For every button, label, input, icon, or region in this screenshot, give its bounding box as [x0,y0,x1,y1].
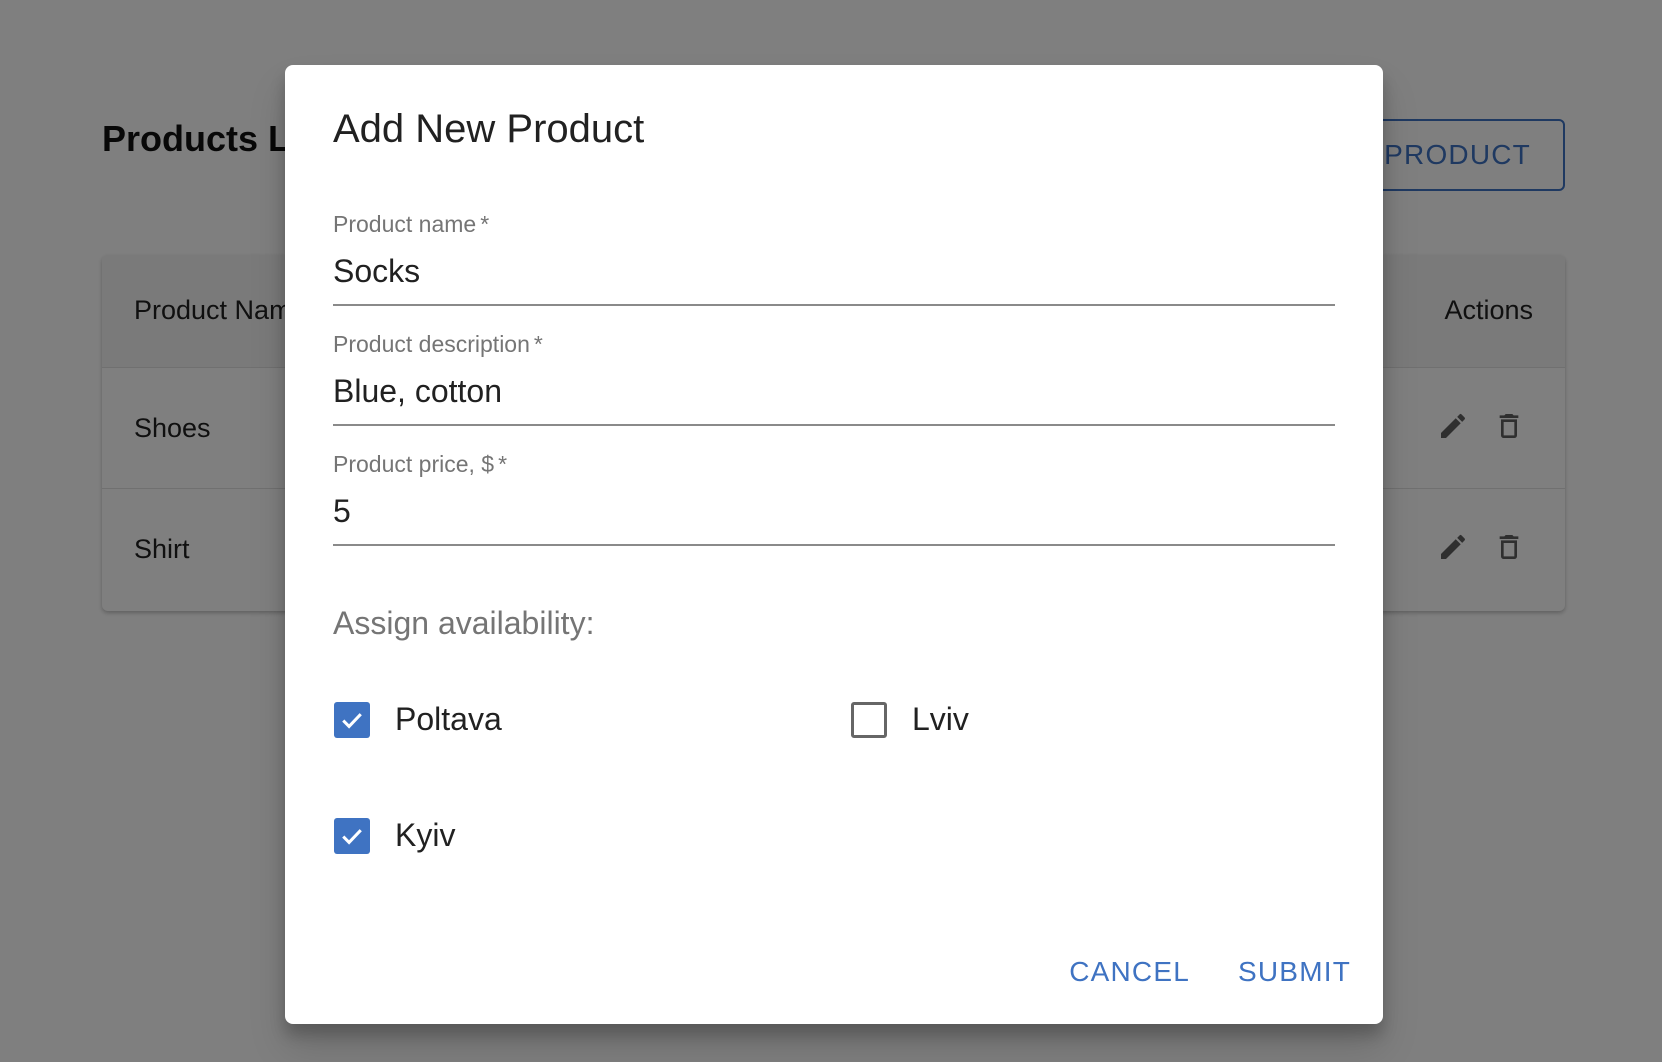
product-description-input[interactable] [333,371,1335,411]
location-option-lviv[interactable]: Lviv [851,701,969,738]
check-icon [342,712,362,729]
check-icon [342,828,362,845]
location-option-poltava[interactable]: Poltava [334,701,502,738]
dialog-actions: CANCEL SUBMIT [1069,956,1351,988]
checkbox-unchecked[interactable] [851,701,887,738]
product-price-field: Product price, $ * [333,451,1335,547]
product-name-label: Product name * [333,211,490,237]
product-name-field: Product name * [333,211,1335,307]
field-underline [333,304,1335,306]
submit-button[interactable]: SUBMIT [1238,956,1351,988]
product-description-field: Product description * [333,331,1335,427]
checkbox-checked[interactable] [334,701,370,738]
location-label-kyiv: Kyiv [395,817,456,853]
product-price-label: Product price, $ * [333,451,508,477]
checkbox-checked[interactable] [334,817,370,854]
field-underline [333,424,1335,426]
product-price-input[interactable] [333,491,1335,531]
product-name-input[interactable] [333,251,1335,291]
field-underline [333,544,1335,546]
cancel-button[interactable]: CANCEL [1069,956,1190,988]
availability-label: Assign availability: [333,605,595,641]
add-product-dialog: Add New Product Product name* Product de… [285,65,1383,1024]
location-label-lviv: Lviv [912,701,969,737]
dialog-title: Add New Product [333,107,645,151]
product-description-label: Product description * [333,331,543,357]
location-label-poltava: Poltava [395,701,502,737]
location-option-kyiv[interactable]: Kyiv [334,817,455,854]
